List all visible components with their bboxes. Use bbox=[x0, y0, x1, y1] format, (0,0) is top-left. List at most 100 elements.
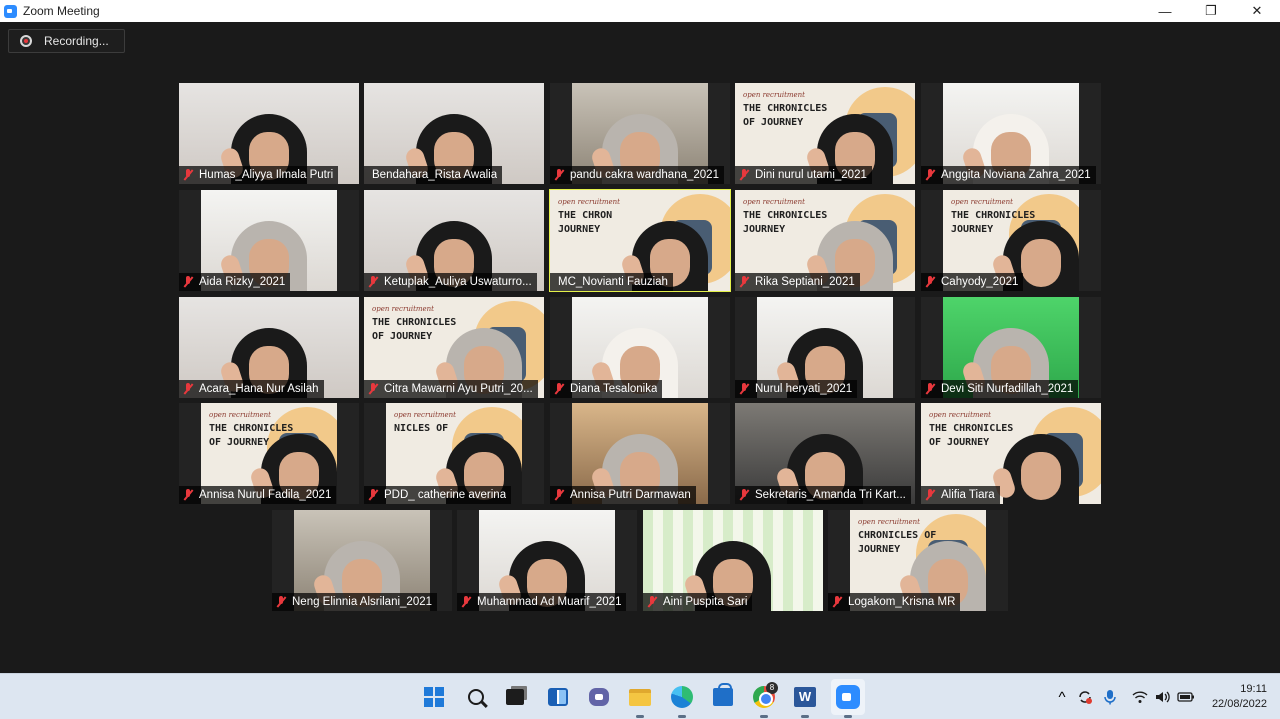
participant-tile[interactable]: Bendahara_Rista Awalia bbox=[364, 83, 544, 184]
participant-name-tag: PDD_ catherine averina bbox=[364, 486, 512, 504]
participant-name: Muhammad Ad Muarif_2021 bbox=[477, 596, 622, 608]
participant-name: Logakom_Krisna MR bbox=[848, 596, 956, 608]
participant-name-tag: Humas_Aliyya Ilmala Putri bbox=[179, 166, 339, 184]
participant-tile[interactable]: Ketuplak_Auliya Uswaturro... bbox=[364, 190, 544, 291]
zoom-icon bbox=[836, 685, 860, 709]
clock[interactable]: 19:11 22/08/2022 bbox=[1212, 682, 1267, 712]
participant-name: Aida Rizky_2021 bbox=[199, 276, 286, 288]
word-icon: W bbox=[794, 687, 816, 707]
widgets-icon bbox=[548, 688, 568, 706]
muted-mic-icon bbox=[182, 383, 194, 395]
recording-indicator[interactable]: Recording... bbox=[8, 29, 125, 53]
participant-name: Rika Septiani_2021 bbox=[755, 276, 855, 288]
close-button[interactable]: ✕ bbox=[1234, 0, 1280, 22]
muted-mic-icon bbox=[460, 596, 472, 608]
participant-tile[interactable]: Devi Siti Nurfadillah_2021 bbox=[921, 297, 1101, 398]
search-button[interactable] bbox=[463, 684, 489, 710]
folder-icon bbox=[629, 688, 651, 706]
participant-tile[interactable]: Anggita Noviana Zahra_2021 bbox=[921, 83, 1101, 184]
participant-tile[interactable]: Nurul heryati_2021 bbox=[735, 297, 915, 398]
participant-name-tag: Bendahara_Rista Awalia bbox=[364, 166, 503, 184]
window-controls: — ❐ ✕ bbox=[1142, 0, 1280, 22]
store-button[interactable] bbox=[710, 683, 736, 710]
word-button[interactable]: W bbox=[792, 684, 818, 718]
muted-mic-icon bbox=[924, 169, 936, 181]
participant-tile[interactable]: Neng Elinnia Alsrilani_2021 bbox=[272, 510, 452, 611]
participant-name-tag: pandu cakra wardhana_2021 bbox=[550, 166, 724, 184]
participant-tile[interactable]: Aini Puspita Sari bbox=[643, 510, 823, 611]
participant-tile[interactable]: Humas_Aliyya Ilmala Putri bbox=[179, 83, 359, 184]
muted-mic-icon bbox=[738, 383, 750, 395]
muted-mic-icon bbox=[831, 596, 843, 608]
participant-name-tag: Diana Tesalonika bbox=[550, 380, 663, 398]
muted-mic-icon bbox=[553, 383, 565, 395]
participant-tile[interactable]: Acara_Hana Nur Asilah bbox=[179, 297, 359, 398]
poster-subtitle: open recruitment bbox=[951, 198, 1013, 206]
muted-mic-icon bbox=[553, 169, 565, 181]
participant-tile[interactable]: Aida Rizky_2021 bbox=[179, 190, 359, 291]
task-view-icon bbox=[506, 689, 524, 705]
participant-tile[interactable]: Sekretaris_Amanda Tri Kart... bbox=[735, 403, 915, 504]
file-explorer-button[interactable] bbox=[627, 684, 653, 718]
start-button[interactable] bbox=[421, 684, 447, 710]
poster-subtitle: open recruitment bbox=[209, 411, 271, 419]
participant-name-tag: Citra Mawarni Ayu Putri_20... bbox=[364, 380, 538, 398]
participant-tile[interactable]: pandu cakra wardhana_2021 bbox=[550, 83, 730, 184]
participant-tile[interactable]: Diana Tesalonika bbox=[550, 297, 730, 398]
participant-tile[interactable]: open recruitment THE CHRONICLES OF JOURNE… bbox=[364, 297, 544, 398]
participant-tile[interactable]: open recruitment NICLES OF PDD_ catherine … bbox=[364, 403, 544, 504]
muted-mic-icon bbox=[738, 276, 750, 288]
muted-mic-icon bbox=[367, 383, 379, 395]
poster-subtitle: open recruitment bbox=[858, 518, 920, 526]
edge-button[interactable] bbox=[669, 684, 695, 718]
minimize-button[interactable]: — bbox=[1142, 0, 1188, 22]
participant-tile[interactable]: open recruitment THE CHRONICLES JOURNEY Ca… bbox=[921, 190, 1101, 291]
sync-icon[interactable] bbox=[1073, 685, 1097, 709]
chat-button[interactable] bbox=[586, 684, 612, 710]
muted-mic-icon bbox=[553, 489, 565, 501]
record-icon bbox=[20, 35, 32, 47]
recording-label: Recording... bbox=[44, 34, 109, 48]
participant-tile[interactable]: open recruitment THE CHRON JOURNEY MC_Novi… bbox=[549, 189, 731, 292]
meeting-area: Recording... Humas_Aliyya Ilmala Putri Be… bbox=[0, 22, 1280, 673]
participant-name: pandu cakra wardhana_2021 bbox=[570, 169, 719, 181]
wifi-icon[interactable] bbox=[1128, 685, 1152, 709]
microphone-icon[interactable] bbox=[1098, 685, 1122, 709]
task-view-button[interactable] bbox=[502, 684, 528, 710]
zoom-button[interactable] bbox=[835, 684, 861, 718]
poster-subtitle: open recruitment bbox=[558, 198, 620, 206]
participant-name: Acara_Hana Nur Asilah bbox=[199, 383, 319, 395]
participant-tile[interactable]: open recruitment THE CHRONICLES OF JOURNE… bbox=[735, 83, 915, 184]
participant-name: Diana Tesalonika bbox=[570, 383, 658, 395]
muted-mic-icon bbox=[367, 489, 379, 501]
battery-icon[interactable] bbox=[1174, 685, 1198, 709]
participant-name: Alifia Tiara bbox=[941, 489, 995, 501]
participant-tile[interactable]: Muhammad Ad Muarif_2021 bbox=[457, 510, 637, 611]
maximize-button[interactable]: ❐ bbox=[1188, 0, 1234, 22]
participant-silhouette bbox=[990, 434, 1081, 504]
participant-name: PDD_ catherine averina bbox=[384, 489, 507, 501]
participant-name-tag: Nurul heryati_2021 bbox=[735, 380, 858, 398]
teams-chat-icon bbox=[589, 688, 609, 706]
widgets-button[interactable] bbox=[545, 684, 571, 710]
chrome-button[interactable]: 8 bbox=[751, 682, 778, 718]
tray-overflow-button[interactable]: ^ bbox=[1050, 685, 1074, 709]
participant-name-tag: Cahyody_2021 bbox=[921, 273, 1024, 291]
participant-tile[interactable]: Annisa Putri Darmawan bbox=[550, 403, 730, 504]
participant-tile[interactable]: open recruitment THE CHRONICLES OF JOURNE… bbox=[179, 403, 359, 504]
participant-name: Dini nurul utami_2021 bbox=[755, 169, 867, 181]
muted-mic-icon bbox=[738, 489, 750, 501]
muted-mic-icon bbox=[182, 169, 194, 181]
participant-tile[interactable]: open recruitment THE CHRONICLES OF JOURNE… bbox=[921, 403, 1101, 504]
windows-icon bbox=[424, 687, 444, 707]
participant-tile[interactable]: open recruitment THE CHRONICLES JOURNEY Ri… bbox=[735, 190, 915, 291]
poster-subtitle: open recruitment bbox=[743, 198, 805, 206]
participant-name: Neng Elinnia Alsrilani_2021 bbox=[292, 596, 433, 608]
participant-name-tag: Ketuplak_Auliya Uswaturro... bbox=[364, 273, 537, 291]
edge-icon bbox=[671, 686, 693, 708]
participant-name-tag: Annisa Putri Darmawan bbox=[550, 486, 696, 504]
participant-tile[interactable]: open recruitment CHRONICLES OF JOURNEY Log… bbox=[828, 510, 1008, 611]
participant-name-tag: Dini nurul utami_2021 bbox=[735, 166, 872, 184]
participant-name: Annisa Nurul Fadila_2021 bbox=[199, 489, 332, 501]
volume-icon[interactable] bbox=[1151, 685, 1175, 709]
